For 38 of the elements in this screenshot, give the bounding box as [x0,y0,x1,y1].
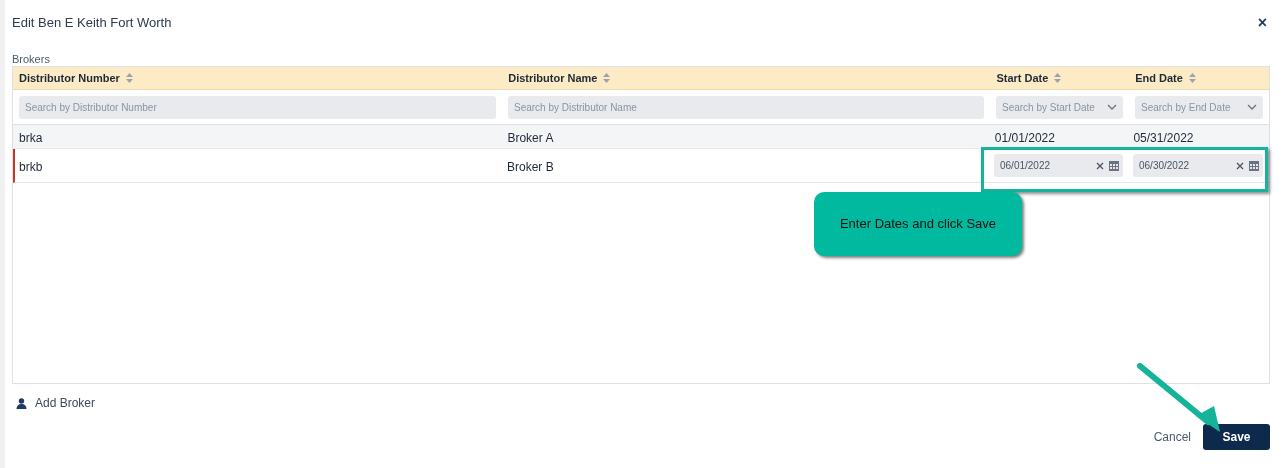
column-header[interactable]: Start Date [996,69,1049,87]
filter-dropdown[interactable]: Search by End Date [1135,95,1263,119]
calendar-icon[interactable] [1109,160,1119,171]
sort-icon[interactable] [603,73,611,83]
chevron-down-icon [1107,104,1117,110]
clear-icon[interactable] [1096,161,1104,170]
save-button[interactable]: Save [1203,424,1270,450]
table-cell: brka [19,130,43,145]
filter-dropdown[interactable]: Search by Start Date [996,95,1123,119]
cancel-button[interactable]: Cancel [1153,428,1191,446]
sort-icon[interactable] [125,73,133,83]
table-cell: 01/01/2022 [994,130,1055,145]
column-header[interactable]: Distributor Number [19,69,120,87]
clear-icon[interactable] [1236,161,1244,170]
sort-icon[interactable] [1188,73,1196,83]
chevron-down-icon [1247,104,1257,110]
calendar-icon[interactable] [1249,160,1259,171]
date-field[interactable]: 06/30/2022 [1133,154,1263,177]
dialog-title: Edit Ben E Keith Fort Worth [12,13,172,32]
table-cell: brkb [19,159,43,174]
table-cell: 05/31/2022 [1133,130,1194,145]
close-button[interactable]: × [1257,14,1267,31]
date-field[interactable]: 06/30/2022 [1139,154,1231,177]
date-field[interactable]: 06/01/2022 [1000,154,1091,177]
filter-dropdown[interactable]: Search by Start Date [1002,95,1103,119]
date-field[interactable]: 06/01/2022 [994,154,1123,177]
column-header[interactable]: End Date [1135,69,1183,87]
filter-dropdown[interactable]: Search by End Date [1141,95,1243,119]
callout: Enter Dates and click Save [814,192,1022,256]
table-cell: Broker A [507,130,554,145]
table-cell: Broker B [507,159,554,174]
column-header[interactable]: Distributor Name [508,69,598,87]
table-row[interactable]: brka Broker A 01/01/2022 05/31/2022 [13,125,1269,149]
person-icon[interactable] [16,397,27,409]
table-row[interactable]: brkb Broker B 06/01/2022 06/30/2022 [13,149,1269,183]
sort-icon[interactable] [1054,73,1062,83]
add-broker-link[interactable]: Add Broker [35,394,96,412]
section-label: Brokers [11,53,51,66]
